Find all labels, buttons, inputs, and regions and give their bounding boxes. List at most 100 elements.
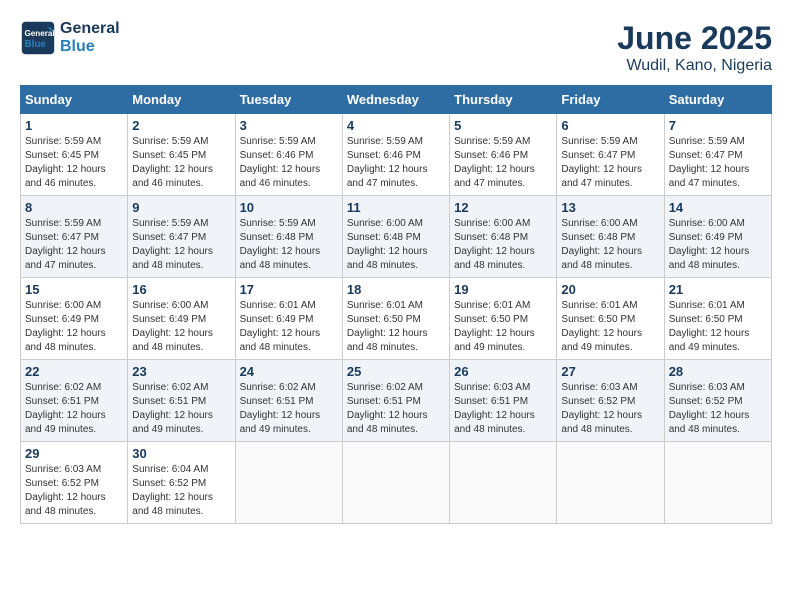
calendar-week-row: 8 Sunrise: 5:59 AM Sunset: 6:47 PM Dayli… [21,196,772,278]
day-info: Sunrise: 5:59 AM Sunset: 6:47 PM Dayligh… [25,217,123,273]
day-number: 11 [347,200,445,215]
day-number: 15 [25,282,123,297]
day-number: 20 [561,282,659,297]
svg-text:Blue: Blue [25,39,47,50]
calendar-cell [235,442,342,524]
day-info: Sunrise: 6:01 AM Sunset: 6:50 PM Dayligh… [669,299,767,355]
calendar-cell: 10 Sunrise: 5:59 AM Sunset: 6:48 PM Dayl… [235,196,342,278]
day-number: 12 [454,200,552,215]
calendar-cell [557,442,664,524]
day-info: Sunrise: 5:59 AM Sunset: 6:47 PM Dayligh… [669,135,767,191]
calendar-cell: 12 Sunrise: 6:00 AM Sunset: 6:48 PM Dayl… [450,196,557,278]
calendar-cell: 20 Sunrise: 6:01 AM Sunset: 6:50 PM Dayl… [557,278,664,360]
day-number: 9 [132,200,230,215]
calendar-cell: 22 Sunrise: 6:02 AM Sunset: 6:51 PM Dayl… [21,360,128,442]
calendar-table: SundayMondayTuesdayWednesdayThursdayFrid… [20,85,772,524]
logo: General Blue General Blue [20,20,120,56]
calendar-cell [342,442,449,524]
calendar-cell: 1 Sunrise: 5:59 AM Sunset: 6:45 PM Dayli… [21,114,128,196]
day-info: Sunrise: 5:59 AM Sunset: 6:47 PM Dayligh… [132,217,230,273]
calendar-cell: 23 Sunrise: 6:02 AM Sunset: 6:51 PM Dayl… [128,360,235,442]
day-number: 21 [669,282,767,297]
weekday-header-thursday: Thursday [450,86,557,114]
logo-icon: General Blue [20,20,56,56]
calendar-cell: 14 Sunrise: 6:00 AM Sunset: 6:49 PM Dayl… [664,196,771,278]
day-info: Sunrise: 6:03 AM Sunset: 6:51 PM Dayligh… [454,381,552,437]
day-number: 1 [25,118,123,133]
day-number: 27 [561,364,659,379]
day-info: Sunrise: 6:00 AM Sunset: 6:49 PM Dayligh… [132,299,230,355]
day-number: 13 [561,200,659,215]
day-info: Sunrise: 6:00 AM Sunset: 6:49 PM Dayligh… [669,217,767,273]
calendar-cell: 4 Sunrise: 5:59 AM Sunset: 6:46 PM Dayli… [342,114,449,196]
day-info: Sunrise: 6:01 AM Sunset: 6:50 PM Dayligh… [561,299,659,355]
day-info: Sunrise: 6:02 AM Sunset: 6:51 PM Dayligh… [132,381,230,437]
calendar-cell: 28 Sunrise: 6:03 AM Sunset: 6:52 PM Dayl… [664,360,771,442]
calendar-cell: 3 Sunrise: 5:59 AM Sunset: 6:46 PM Dayli… [235,114,342,196]
calendar-cell: 6 Sunrise: 5:59 AM Sunset: 6:47 PM Dayli… [557,114,664,196]
day-number: 19 [454,282,552,297]
day-number: 24 [240,364,338,379]
day-info: Sunrise: 6:02 AM Sunset: 6:51 PM Dayligh… [347,381,445,437]
calendar-cell: 9 Sunrise: 5:59 AM Sunset: 6:47 PM Dayli… [128,196,235,278]
calendar-cell: 25 Sunrise: 6:02 AM Sunset: 6:51 PM Dayl… [342,360,449,442]
day-number: 16 [132,282,230,297]
calendar-cell: 26 Sunrise: 6:03 AM Sunset: 6:51 PM Dayl… [450,360,557,442]
weekday-header-row: SundayMondayTuesdayWednesdayThursdayFrid… [21,86,772,114]
day-info: Sunrise: 6:01 AM Sunset: 6:50 PM Dayligh… [454,299,552,355]
day-info: Sunrise: 6:00 AM Sunset: 6:48 PM Dayligh… [561,217,659,273]
day-number: 30 [132,446,230,461]
calendar-cell: 21 Sunrise: 6:01 AM Sunset: 6:50 PM Dayl… [664,278,771,360]
calendar-cell: 15 Sunrise: 6:00 AM Sunset: 6:49 PM Dayl… [21,278,128,360]
day-number: 26 [454,364,552,379]
header: General Blue General Blue June 2025 Wudi… [20,20,772,75]
day-info: Sunrise: 6:04 AM Sunset: 6:52 PM Dayligh… [132,463,230,519]
day-info: Sunrise: 6:01 AM Sunset: 6:49 PM Dayligh… [240,299,338,355]
calendar-cell [664,442,771,524]
calendar-week-row: 29 Sunrise: 6:03 AM Sunset: 6:52 PM Dayl… [21,442,772,524]
day-number: 7 [669,118,767,133]
calendar-subtitle: Wudil, Kano, Nigeria [617,57,772,75]
day-info: Sunrise: 5:59 AM Sunset: 6:45 PM Dayligh… [25,135,123,191]
day-info: Sunrise: 6:03 AM Sunset: 6:52 PM Dayligh… [25,463,123,519]
day-number: 23 [132,364,230,379]
calendar-cell: 18 Sunrise: 6:01 AM Sunset: 6:50 PM Dayl… [342,278,449,360]
day-number: 6 [561,118,659,133]
day-info: Sunrise: 5:59 AM Sunset: 6:47 PM Dayligh… [561,135,659,191]
weekday-header-wednesday: Wednesday [342,86,449,114]
weekday-header-saturday: Saturday [664,86,771,114]
calendar-cell: 13 Sunrise: 6:00 AM Sunset: 6:48 PM Dayl… [557,196,664,278]
day-number: 17 [240,282,338,297]
calendar-cell: 11 Sunrise: 6:00 AM Sunset: 6:48 PM Dayl… [342,196,449,278]
calendar-cell [450,442,557,524]
calendar-cell: 27 Sunrise: 6:03 AM Sunset: 6:52 PM Dayl… [557,360,664,442]
calendar-cell: 29 Sunrise: 6:03 AM Sunset: 6:52 PM Dayl… [21,442,128,524]
day-info: Sunrise: 5:59 AM Sunset: 6:46 PM Dayligh… [454,135,552,191]
page-container: General Blue General Blue June 2025 Wudi… [20,20,772,524]
weekday-header-monday: Monday [128,86,235,114]
calendar-cell: 17 Sunrise: 6:01 AM Sunset: 6:49 PM Dayl… [235,278,342,360]
logo-text: General Blue [60,20,120,55]
calendar-cell: 30 Sunrise: 6:04 AM Sunset: 6:52 PM Dayl… [128,442,235,524]
day-info: Sunrise: 5:59 AM Sunset: 6:46 PM Dayligh… [347,135,445,191]
day-number: 18 [347,282,445,297]
day-info: Sunrise: 5:59 AM Sunset: 6:45 PM Dayligh… [132,135,230,191]
day-number: 2 [132,118,230,133]
day-info: Sunrise: 6:00 AM Sunset: 6:49 PM Dayligh… [25,299,123,355]
day-info: Sunrise: 6:03 AM Sunset: 6:52 PM Dayligh… [561,381,659,437]
svg-text:General: General [25,29,55,38]
day-info: Sunrise: 5:59 AM Sunset: 6:46 PM Dayligh… [240,135,338,191]
day-number: 8 [25,200,123,215]
day-number: 28 [669,364,767,379]
calendar-cell: 5 Sunrise: 5:59 AM Sunset: 6:46 PM Dayli… [450,114,557,196]
day-number: 14 [669,200,767,215]
weekday-header-friday: Friday [557,86,664,114]
day-number: 25 [347,364,445,379]
day-info: Sunrise: 6:03 AM Sunset: 6:52 PM Dayligh… [669,381,767,437]
day-number: 4 [347,118,445,133]
title-section: June 2025 Wudil, Kano, Nigeria [617,20,772,75]
day-info: Sunrise: 6:02 AM Sunset: 6:51 PM Dayligh… [240,381,338,437]
calendar-cell: 7 Sunrise: 5:59 AM Sunset: 6:47 PM Dayli… [664,114,771,196]
day-number: 10 [240,200,338,215]
calendar-title: June 2025 [617,20,772,57]
